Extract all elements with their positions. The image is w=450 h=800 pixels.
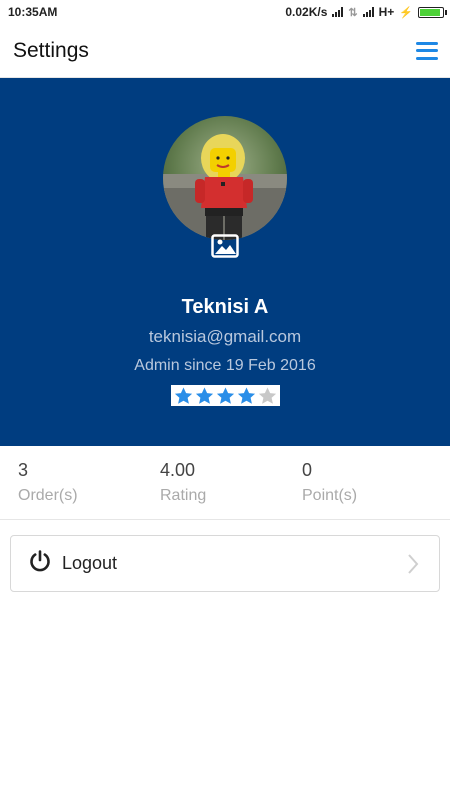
stats-row: 3 Order(s) 4.00 Rating 0 Point(s) bbox=[0, 446, 450, 520]
page-title: Settings bbox=[13, 38, 89, 62]
signal-icon-2 bbox=[362, 7, 374, 17]
network-speed: 0.02K/s bbox=[285, 5, 328, 19]
charging-icon: ⚡ bbox=[399, 6, 413, 19]
status-icons: 0.02K/s ⇅ H+ ⚡ bbox=[285, 5, 447, 19]
star-filled-icon bbox=[174, 387, 192, 404]
profile-name: Teknisi A bbox=[181, 296, 269, 318]
battery-icon bbox=[418, 6, 447, 18]
star-rating bbox=[170, 385, 280, 406]
stat-label: Point(s) bbox=[302, 487, 358, 504]
stat-value: 0 bbox=[302, 460, 313, 480]
star-filled-icon bbox=[216, 387, 234, 404]
signal-icon bbox=[332, 7, 344, 17]
stat-label: Order(s) bbox=[18, 487, 78, 504]
data-transfer-icon: ⇅ bbox=[348, 6, 358, 19]
stat-rating: 4.00 Rating bbox=[160, 460, 302, 519]
hamburger-menu-icon[interactable] bbox=[416, 41, 438, 60]
star-empty-icon bbox=[258, 387, 276, 404]
stat-points: 0 Point(s) bbox=[302, 460, 444, 519]
logout-button[interactable]: Logout bbox=[10, 535, 440, 592]
star-filled-icon bbox=[237, 387, 255, 404]
power-icon bbox=[28, 549, 52, 578]
stat-value: 4.00 bbox=[160, 460, 196, 480]
image-icon[interactable] bbox=[211, 234, 239, 258]
status-time: 10:35AM bbox=[8, 5, 58, 19]
stat-value: 3 bbox=[18, 460, 29, 480]
member-since: Admin since 19 Feb 2016 bbox=[134, 357, 316, 374]
stat-label: Rating bbox=[160, 487, 207, 504]
logout-label: Logout bbox=[62, 553, 118, 573]
avatar[interactable] bbox=[163, 116, 287, 240]
app-bar: Settings bbox=[0, 24, 450, 78]
network-type: H+ bbox=[378, 5, 395, 19]
chevron-right-icon bbox=[407, 553, 419, 580]
profile-header: Teknisi A teknisia@gmail.com Admin since… bbox=[0, 78, 450, 446]
stat-orders: 3 Order(s) bbox=[18, 460, 160, 519]
star-filled-icon bbox=[195, 387, 213, 404]
profile-email: teknisia@gmail.com bbox=[148, 327, 302, 346]
status-bar: 10:35AM 0.02K/s ⇅ H+ ⚡ bbox=[0, 0, 450, 24]
